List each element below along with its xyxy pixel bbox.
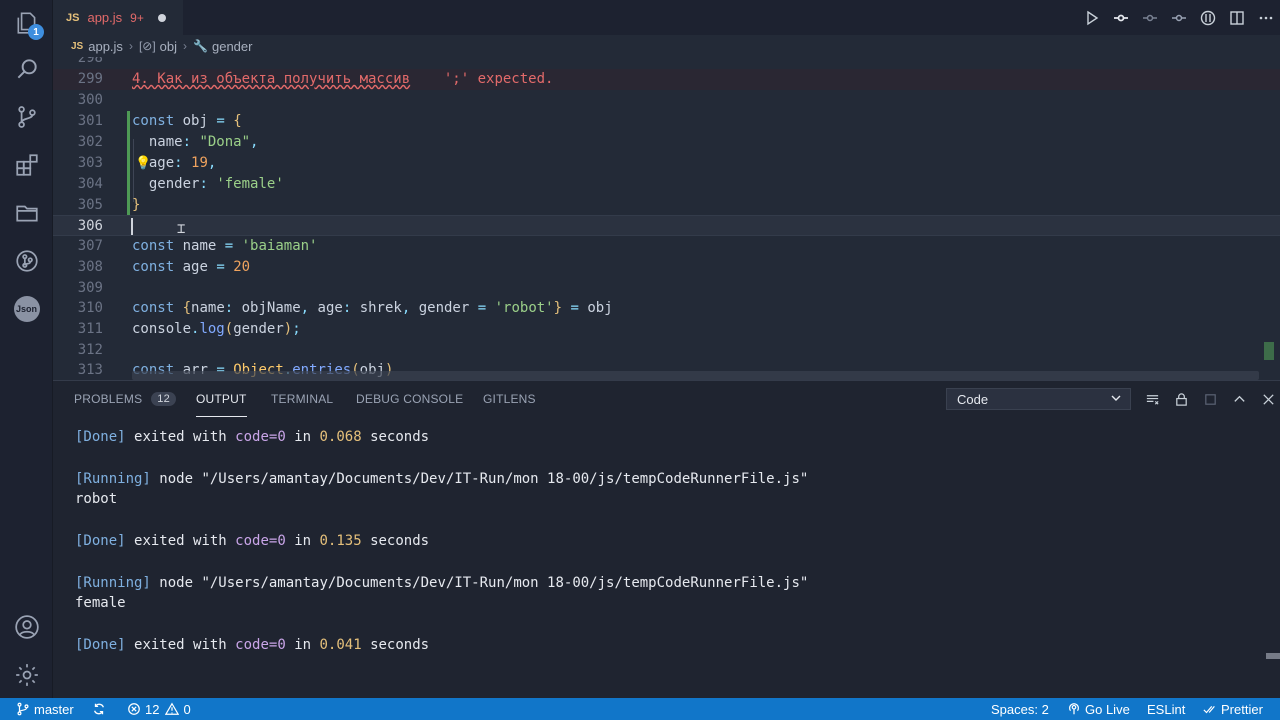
editor-actions: [1077, 0, 1280, 35]
code-line: 307 const name = 'baiaman': [77, 238, 318, 254]
code-editor[interactable]: 298 299 4. Как из объекта получить масси…: [53, 57, 1280, 380]
bottom-panel: PROBLEMS 12 OUTPUT TERMINAL DEBUG CONSOL…: [53, 380, 1280, 698]
go-live-button[interactable]: Go Live: [1067, 698, 1130, 720]
indentation-indicator[interactable]: Spaces: 2: [991, 698, 1049, 720]
error-icon: [128, 703, 140, 715]
branch-indicator[interactable]: master: [16, 698, 74, 720]
tab-gitlens[interactable]: GITLENS: [483, 381, 536, 417]
error-line-text: 4. Как из объекта получить массив: [132, 71, 411, 87]
output-line: [Running] node "/Users/amantay/Documents…: [75, 470, 809, 487]
lock-scroll-icon[interactable]: [1167, 381, 1196, 417]
tab-problems[interactable]: PROBLEMS 12: [74, 381, 176, 417]
js-file-icon: JS: [66, 11, 80, 24]
code-line: 308 const age = 20: [77, 259, 251, 275]
minimap-marker: [1264, 342, 1274, 360]
inline-error-message: ';' expected.: [443, 71, 554, 87]
status-bar: master 12 0 Spaces: 2 Go Live ESLint Pre…: [0, 698, 1280, 720]
clear-output-icon[interactable]: [1138, 381, 1167, 417]
js-file-icon: JS: [71, 40, 84, 52]
problems-count-badge: 12: [151, 392, 176, 406]
warning-icon: [165, 702, 180, 715]
gitlens-icon[interactable]: [0, 238, 53, 284]
breadcrumb-symbol-gender[interactable]: gender: [212, 39, 252, 54]
run-icon[interactable]: [1077, 0, 1106, 35]
prettier-status[interactable]: Prettier: [1203, 698, 1263, 720]
sync-button[interactable]: [92, 698, 110, 720]
tab-problem-count: 9+: [130, 10, 144, 25]
explorer-icon[interactable]: 1: [0, 0, 53, 46]
explorer-badge: 1: [28, 24, 44, 40]
double-check-icon: [1203, 705, 1215, 714]
compare-changes-icon[interactable]: [1106, 0, 1135, 35]
output-line: [Done] exited with code=0 in 0.068 secon…: [75, 429, 430, 445]
search-icon[interactable]: [0, 46, 53, 92]
variable-icon: [⊘]: [138, 39, 156, 53]
tab-output[interactable]: OUTPUT: [196, 381, 247, 417]
wrench-icon: 🔧: [193, 39, 208, 53]
code-line: 298: [77, 57, 103, 66]
output-channel-select[interactable]: Code: [946, 388, 1131, 410]
code-line: 300: [77, 92, 103, 108]
tab-terminal[interactable]: TERMINAL: [271, 381, 333, 417]
editor-tab-bar: JS app.js 9+: [53, 0, 1280, 35]
chevron-right-icon: ›: [183, 39, 188, 53]
breadcrumb: JS app.js › [⊘] obj › 🔧 gender: [53, 35, 1280, 57]
output-line: [Done] exited with code=0 in 0.041 secon…: [75, 636, 430, 653]
previous-change-icon[interactable]: [1135, 0, 1164, 35]
folder-icon[interactable]: [0, 190, 53, 236]
activity-bar: 1 Json: [0, 0, 53, 698]
output-line: [Done] exited with code=0 in 0.135 secon…: [75, 532, 430, 549]
extensions-icon[interactable]: [0, 142, 53, 188]
code-line: 310 const {name: objName, age: shrek, ge…: [77, 300, 613, 316]
horizontal-scrollbar[interactable]: [132, 371, 1259, 380]
code-line: 309: [77, 280, 103, 296]
code-line: 301 const obj = {: [77, 113, 242, 129]
output-line: female: [75, 595, 126, 612]
split-editor-icon[interactable]: [1222, 0, 1251, 35]
broadcast-icon: [1069, 703, 1079, 715]
output-log[interactable]: [Done] exited with code=0 in 0.068 secon…: [75, 427, 1265, 656]
code-line: 305 }: [77, 197, 141, 213]
eslint-status[interactable]: ESLint: [1147, 698, 1185, 720]
panel-tabs: PROBLEMS 12 OUTPUT TERMINAL DEBUG CONSOL…: [53, 381, 1280, 417]
text-cursor: [131, 218, 133, 235]
json-icon[interactable]: Json: [0, 286, 53, 332]
chevron-down-icon: [1111, 395, 1121, 401]
git-branch-icon: [17, 702, 29, 716]
more-actions-icon[interactable]: [1251, 0, 1280, 35]
source-control-icon[interactable]: [0, 94, 53, 140]
code-line: 312: [77, 342, 103, 358]
tab-debug-console[interactable]: DEBUG CONSOLE: [356, 381, 463, 417]
git-compare-icon[interactable]: [1193, 0, 1222, 35]
code-line-current: 306 ⌶: [53, 215, 1280, 237]
code-line: 302 name: "Dona",: [77, 134, 259, 150]
breadcrumb-file[interactable]: app.js: [88, 39, 123, 54]
chevron-right-icon: ›: [128, 39, 133, 53]
tab-app-js[interactable]: JS app.js 9+: [53, 0, 183, 35]
code-line: 303 💡 age: 19,: [53, 153, 1280, 174]
output-line: [Running] node "/Users/amantay/Documents…: [75, 574, 809, 591]
tab-filename: app.js: [87, 10, 123, 25]
unsaved-dot-icon[interactable]: [157, 13, 166, 22]
open-log-icon[interactable]: [1196, 381, 1225, 417]
output-line: robot: [75, 491, 118, 508]
maximize-panel-icon[interactable]: [1225, 381, 1254, 417]
code-line: 304 gender: 'female': [77, 176, 284, 192]
sync-icon: [94, 703, 104, 715]
breadcrumb-symbol-obj[interactable]: obj: [160, 39, 177, 54]
code-line: 311 console.log(gender);: [77, 321, 301, 337]
scrollbar-marker: [1266, 653, 1280, 659]
close-panel-icon[interactable]: [1254, 381, 1280, 417]
next-change-icon[interactable]: [1164, 0, 1193, 35]
account-icon[interactable]: [0, 604, 53, 650]
settings-gear-icon[interactable]: [0, 652, 53, 698]
problems-indicator[interactable]: 12 0: [127, 698, 191, 720]
panel-actions: [1138, 381, 1280, 417]
code-line-error: 299 4. Как из объекта получить массив ';…: [53, 69, 1280, 90]
